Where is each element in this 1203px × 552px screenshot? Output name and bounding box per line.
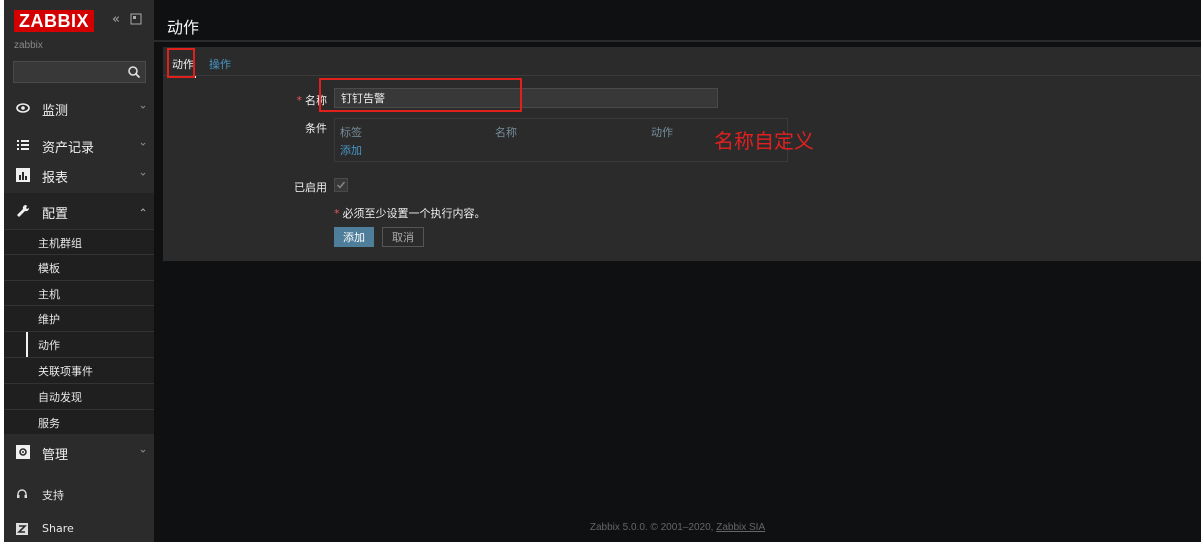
collapse-sidebar-icon[interactable]: « [112,13,126,27]
configuration-submenu: 主机群组 模板 主机 维护 动作 关联项事件 自动发现 服务 [4,229,154,434]
menu-item-configuration[interactable]: 配置 [4,193,154,229]
cond-col-action: 动作 [651,126,673,139]
cond-col-label: 标签 [340,126,362,139]
share-label: Share [42,522,74,535]
required-marker: * [334,207,340,220]
menu-item-administration[interactable]: 管理 [4,434,154,470]
submenu-label: 模板 [38,262,60,275]
submenu-item-maintenance[interactable]: 维护 [4,305,154,330]
support-link[interactable]: 支持 [4,480,154,510]
search-input[interactable] [14,62,132,82]
submenu-item-host-groups[interactable]: 主机群组 [4,229,154,254]
menu-label: 监测 [42,104,69,119]
submenu-item-hosts[interactable]: 主机 [4,280,154,305]
menu-label: 管理 [42,448,69,463]
submenu-label: 服务 [38,417,60,430]
chevron-down-icon [140,172,146,176]
zabbix-share-icon [16,523,28,535]
submenu-label: 关联项事件 [38,365,93,378]
support-label: 支持 [42,489,64,502]
bar-chart-icon [16,168,30,182]
search-icon[interactable] [127,65,141,79]
submenu-item-discovery[interactable]: 自动发现 [4,383,154,408]
conditions-label: 条件 [305,122,327,135]
chevron-down-icon [140,449,146,453]
sidebar: ZABBIX « zabbix 监测 资产记录 报表 配置 主机群组 模板 主机… [4,0,154,542]
warning-text: 必须至少设置一个执行内容。 [342,207,486,220]
add-condition-link[interactable]: 添加 [340,142,362,158]
name-label: * 名称 [263,92,328,108]
menu-label: 报表 [42,171,69,186]
search-field[interactable] [13,61,146,83]
footer-company-link[interactable]: Zabbix SIA [716,522,765,533]
name-label-text: 名称 [305,94,327,107]
enabled-label: 已启用 [294,181,327,194]
footer-copyright: Zabbix 5.0.0. © 2001–2020, [589,522,717,533]
add-button[interactable]: 添加 [334,227,374,247]
logo-row: ZABBIX [14,10,94,32]
headset-icon [17,489,27,498]
menu-label: 配置 [42,207,69,222]
gear-icon [16,445,30,459]
chevron-down-icon [140,142,146,146]
required-marker: * [296,94,303,107]
menu-item-reports[interactable]: 报表 [4,157,154,193]
submenu-item-actions[interactable]: 动作 [4,331,154,357]
submenu-label: 动作 [38,339,60,352]
checkmark-icon [337,181,346,189]
submenu-label: 主机群组 [38,237,82,250]
action-form-panel: 动作 操作 *名称 条件 标签 名称 动作 添加 已启用 *必须至少设置一个执行… [163,47,1201,261]
chevron-down-icon [140,105,146,109]
required-operations-warning: * 必须至少设置一个执行内容。 [334,205,486,221]
action-name-input[interactable] [334,88,718,108]
submenu-label: 维护 [38,313,60,326]
submenu-item-event-correlation[interactable]: 关联项事件 [4,357,154,382]
page-title: 动作 [167,18,200,37]
submenu-label: 自动发现 [38,391,82,404]
kiosk-mode-icon[interactable] [130,13,142,25]
cancel-button[interactable]: 取消 [382,227,424,247]
submenu-item-services[interactable]: 服务 [4,409,154,434]
enabled-checkbox[interactable] [334,178,348,192]
server-name: zabbix [14,40,43,51]
cond-col-name: 名称 [495,126,517,139]
annotation-text: 名称自定义 [714,129,814,153]
wrench-icon [17,204,30,217]
header-divider [154,40,1201,42]
tab-bar: 动作 操作 [163,47,1201,78]
menu-label: 资产记录 [42,141,95,156]
list-icon [17,140,29,150]
zabbix-app: ZABBIX « zabbix 监测 资产记录 报表 配置 主机群组 模板 主机… [4,0,1201,542]
tab-action[interactable]: 动作 [170,56,196,78]
chevron-up-icon [140,208,146,212]
submenu-label: 主机 [38,288,60,301]
eye-icon [16,103,30,113]
submenu-item-templates[interactable]: 模板 [4,254,154,279]
page-footer: Zabbix 5.0.0. © 2001–2020, Zabbix SIA [154,522,1201,533]
share-link[interactable]: Share [4,515,154,542]
zabbix-logo[interactable]: ZABBIX [14,10,94,32]
tab-operations[interactable]: 操作 [209,56,231,72]
menu-item-monitoring[interactable]: 监测 [4,90,154,126]
